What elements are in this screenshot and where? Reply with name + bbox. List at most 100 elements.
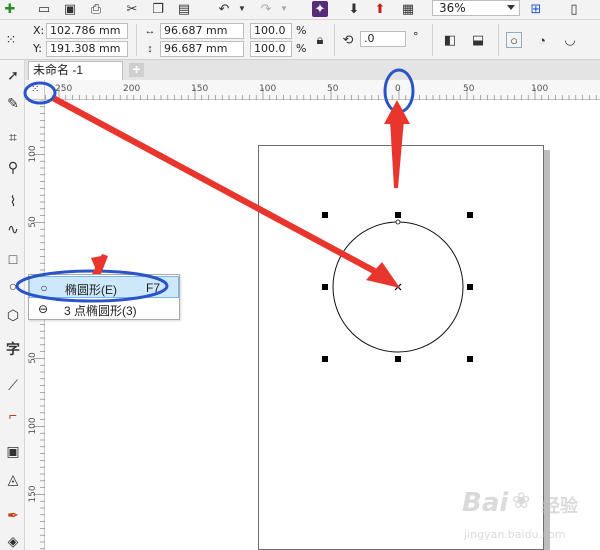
- copy-icon[interactable]: ❐: [150, 1, 166, 17]
- ellipse-tools-flyout: ○ 椭圆形(E) F7 ⊖ 3 点椭圆形(3): [28, 274, 180, 320]
- ruler-label: 50: [28, 352, 38, 364]
- text-tool-icon[interactable]: 字: [4, 340, 22, 358]
- baidu-watermark: Bai ❀ 经验 jingyan.baidu.com: [462, 488, 598, 548]
- ruler-label: 100: [28, 417, 38, 434]
- welcome-screen-icon[interactable]: ▯: [566, 1, 582, 17]
- fill-tool-icon[interactable]: ◈: [4, 532, 22, 550]
- cut-icon[interactable]: ✂: [124, 1, 140, 17]
- vertical-ruler-ticks: 10050050100150: [28, 100, 45, 550]
- pick-tool-icon[interactable]: ➚: [4, 66, 22, 84]
- percent-x-label: %: [296, 24, 307, 37]
- pie-mode-icon[interactable]: ◔: [534, 32, 550, 48]
- ruler-label: 100: [259, 84, 276, 94]
- vertical-ruler[interactable]: 10050050100150: [25, 100, 45, 550]
- three-point-ellipse-icon: ⊖: [37, 302, 49, 316]
- ruler-label: 50: [327, 84, 339, 94]
- width-icon: ↔: [144, 25, 156, 37]
- redo-icon[interactable]: ↷: [258, 1, 274, 17]
- separator: [334, 24, 335, 56]
- y-position-field[interactable]: 191.308 mm: [46, 41, 128, 57]
- open-document-icon[interactable]: ▭: [36, 1, 52, 17]
- separator: [498, 24, 499, 56]
- document-tab[interactable]: 未命名 -1: [28, 61, 123, 80]
- transparency-tool-icon[interactable]: ◬: [4, 470, 22, 488]
- ruler-label: 50: [28, 216, 38, 228]
- ruler-label: 0: [395, 84, 401, 94]
- horizontal-ruler-ticks: 250 200 150 100 50 0 50 100: [25, 84, 597, 100]
- arc-mode-icon[interactable]: ◡: [562, 32, 578, 48]
- separator: [136, 24, 137, 56]
- ellipse-mode-icon[interactable]: ○: [506, 32, 522, 48]
- connector-tool-icon[interactable]: ⌐: [4, 406, 22, 424]
- degree-label: °: [413, 30, 419, 43]
- document-tab-strip: 未命名 -1 +: [25, 60, 600, 80]
- object-origin-icon[interactable]: ⁙: [3, 32, 19, 48]
- scale-x-field[interactable]: 100.0: [250, 23, 292, 39]
- artistic-media-tool-icon[interactable]: ∿: [4, 220, 22, 238]
- eyedropper-tool-icon[interactable]: ✒: [4, 506, 22, 524]
- scale-y-field[interactable]: 100.0: [250, 41, 292, 57]
- paste-icon[interactable]: ▤: [176, 1, 192, 17]
- import-icon[interactable]: ⬇: [346, 1, 362, 17]
- property-bar: ⁙ X: 102.786 mm Y: 191.308 mm ↔ 96.687 m…: [0, 20, 600, 60]
- x-label: X:: [33, 24, 45, 37]
- toolbox: ➚ ✎ ⌗ ⚲ ⌇ ∿ □ ○ ⬡ 字 ⟋ ⌐ ▣ ◬ ✒ ◈: [0, 60, 25, 550]
- freehand-tool-icon[interactable]: ⌇: [4, 192, 22, 210]
- ruler-label: 50: [463, 84, 475, 94]
- polygon-tool-icon[interactable]: ⬡: [4, 306, 22, 324]
- watermark-brand: Bai: [462, 488, 509, 518]
- flyout-item-3-point-ellipse[interactable]: ⊖ 3 点椭圆形(3): [29, 298, 179, 320]
- lock-ratio-icon[interactable]: 🔒︎: [312, 32, 328, 48]
- document-tab-title: 未命名 -1: [33, 63, 84, 77]
- rotation-icon: ⟲: [342, 32, 354, 47]
- percent-y-label: %: [296, 42, 307, 55]
- undo-icon[interactable]: ↶: [216, 1, 232, 17]
- height-field[interactable]: 96.687 mm: [160, 41, 244, 57]
- separator: [432, 24, 433, 56]
- print-icon[interactable]: ⎙: [88, 1, 104, 17]
- ellipse-tool-icon[interactable]: ○: [4, 277, 22, 295]
- dimension-tool-icon[interactable]: ⟋: [4, 376, 22, 394]
- x-position-field[interactable]: 102.786 mm: [46, 23, 128, 39]
- standard-toolbar: ✚ ▭ ▣ ⎙ ✂ ❐ ▤ ↶ ▼ ↷ ▼ ✦ ⬇ ⬆ ▦ 36% ⊞ ▯: [0, 0, 600, 20]
- shape-tool-icon[interactable]: ✎: [4, 94, 22, 112]
- width-field[interactable]: 96.687 mm: [160, 23, 244, 39]
- y-label: Y:: [33, 42, 42, 55]
- search-content-icon[interactable]: ✦: [312, 1, 328, 17]
- flyout-item-label: 椭圆形(E): [65, 283, 117, 297]
- new-document-icon[interactable]: ✚: [2, 1, 18, 17]
- drop-shadow-tool-icon[interactable]: ▣: [4, 442, 22, 460]
- zoom-level-value: 36%: [439, 1, 466, 15]
- ruler-label: 150: [28, 485, 38, 502]
- ruler-label: 200: [123, 84, 140, 94]
- mirror-vertical-icon[interactable]: ⬓: [470, 32, 486, 48]
- zoom-tool-icon[interactable]: ⚲: [4, 158, 22, 176]
- watermark-url: jingyan.baidu.com: [464, 528, 566, 541]
- flyout-item-label: 3 点椭圆形(3): [64, 304, 137, 318]
- chevron-down-icon: [507, 5, 515, 10]
- flyout-item-ellipse[interactable]: ○ 椭圆形(E) F7: [29, 276, 179, 298]
- mirror-horizontal-icon[interactable]: ◧: [442, 32, 458, 48]
- flyout-item-shortcut: F7: [145, 281, 160, 295]
- height-icon: ↕: [147, 43, 153, 55]
- rectangle-tool-icon[interactable]: □: [4, 250, 22, 268]
- publish-pdf-icon[interactable]: ▦: [400, 1, 416, 17]
- ruler-label: 100: [531, 84, 548, 94]
- save-icon[interactable]: ▣: [62, 1, 78, 17]
- ruler-label: 100: [28, 145, 38, 162]
- add-tab-button[interactable]: +: [129, 62, 144, 77]
- ruler-label: 250: [55, 84, 72, 94]
- zoom-level-select[interactable]: 36%: [432, 0, 520, 16]
- full-screen-icon[interactable]: ⊞: [528, 1, 544, 17]
- undo-dropdown-icon[interactable]: ▼: [234, 1, 250, 17]
- crop-tool-icon[interactable]: ⌗: [4, 128, 22, 146]
- horizontal-ruler[interactable]: 250 200 150 100 50 0 50 100: [25, 80, 600, 100]
- paw-icon: ❀: [512, 488, 531, 513]
- watermark-brand-2: 经验: [542, 496, 578, 517]
- ruler-origin-icon: ⁙: [31, 84, 40, 95]
- ruler-origin-corner[interactable]: ⁙: [25, 80, 45, 100]
- rotation-field[interactable]: .0: [360, 31, 406, 47]
- ruler-label: 150: [191, 84, 208, 94]
- export-icon[interactable]: ⬆: [372, 1, 388, 17]
- redo-dropdown-icon[interactable]: ▼: [276, 1, 292, 17]
